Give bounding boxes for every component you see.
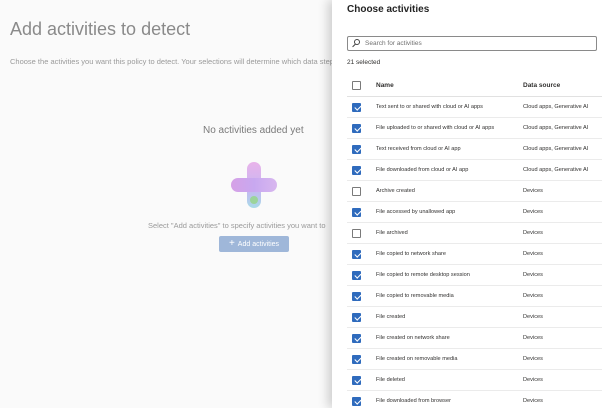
table-row[interactable]: Text received from cloud or AI app Cloud … [347,139,602,160]
activity-name: File copied to removable media [376,293,454,299]
table-row[interactable]: Archive created Devices [347,181,602,202]
activity-name: File downloaded from browser [376,398,451,404]
row-checkbox[interactable] [352,249,361,259]
activity-name: Text received from cloud or AI app [376,146,461,152]
column-header-data-source[interactable]: Data source [523,82,602,89]
table-row[interactable]: File copied to remote desktop session Dev… [347,265,602,286]
activity-data-source: Devices [523,293,543,299]
table-body: Text sent to or shared with cloud or AI … [347,97,602,408]
row-checkbox[interactable] [352,354,361,364]
activities-table: Name Data source Text sent to or shared … [347,75,602,408]
activity-data-source: Cloud apps, Generative AI [523,146,589,152]
activity-data-source: Devices [523,272,543,278]
table-row[interactable]: File archived Devices [347,223,602,244]
row-checkbox[interactable] [352,270,361,280]
row-checkbox[interactable] [352,207,361,217]
table-row[interactable]: File downloaded from cloud or AI app Clou… [347,160,602,181]
row-checkbox[interactable] [352,144,361,154]
table-row[interactable]: File copied to removable media Devices [347,286,602,307]
activity-name: File copied to remote desktop session [376,272,470,278]
activity-data-source: Devices [523,209,543,215]
add-activities-button[interactable]: + Add activities [219,236,289,252]
activity-data-source: Cloud apps, Generative AI [523,167,589,173]
page-description: Choose the activities you want this poli… [10,57,337,66]
activity-name: File created [376,314,406,320]
activity-data-source: Devices [523,356,543,362]
table-row[interactable]: File copied to network share Devices [347,244,602,265]
table-row[interactable]: File created on network share Devices [347,328,602,349]
search-box[interactable] [347,36,597,51]
search-icon [352,39,361,48]
row-checkbox[interactable] [352,186,361,196]
add-activities-label: Add activities [237,240,280,248]
activity-data-source: Devices [523,188,543,194]
row-checkbox[interactable] [352,165,361,175]
activity-data-source: Devices [523,335,543,341]
activity-name: File archived [376,230,408,236]
activity-data-source: Cloud apps, Generative AI [523,125,589,131]
activity-name: File uploaded to or shared with cloud or… [376,125,495,131]
activity-name: File downloaded from cloud or AI app [376,167,469,173]
activity-name: Archive created [376,188,415,194]
page-title: Add activities to detect [10,19,191,39]
plus-icon: + [228,238,235,249]
activity-data-source: Devices [523,377,543,383]
empty-state-plus-illustration [231,162,277,208]
choose-activities-panel: Choose activities 21 selected Name Data … [332,0,602,408]
row-checkbox[interactable] [352,375,361,385]
search-input[interactable] [365,40,585,47]
row-checkbox[interactable] [352,291,361,301]
selected-count: 21 selected [347,59,381,66]
table-row[interactable]: File uploaded to or shared with cloud or… [347,118,602,139]
row-checkbox[interactable] [352,228,361,238]
activity-data-source: Devices [523,314,543,320]
activity-name: File created on removable media [376,356,458,362]
table-header: Name Data source [347,75,602,97]
activity-name: File deleted [376,377,405,383]
table-row[interactable]: File created Devices [347,307,602,328]
row-checkbox[interactable] [352,396,361,406]
row-checkbox[interactable] [352,102,361,112]
table-row[interactable]: File created on removable media Devices [347,349,602,370]
row-checkbox[interactable] [352,333,361,343]
table-row[interactable]: File downloaded from browser Devices [347,391,602,408]
activity-data-source: Devices [523,398,543,404]
activity-name: File accessed by unallowed app [376,209,456,215]
activity-data-source: Devices [523,251,543,257]
table-row[interactable]: Text sent to or shared with cloud or AI … [347,97,602,118]
empty-state-hint: Select "Add activities" to specify activ… [148,221,326,230]
activity-name: Text sent to or shared with cloud or AI … [376,104,483,110]
activity-data-source: Devices [523,230,543,236]
select-all-checkbox[interactable] [352,81,361,90]
row-checkbox[interactable] [352,312,361,322]
activity-name: File copied to network share [376,251,446,257]
activity-data-source: Cloud apps, Generative AI [523,104,589,110]
empty-state-title: No activities added yet [203,125,304,136]
column-header-name[interactable]: Name [376,82,523,89]
row-checkbox[interactable] [352,123,361,133]
table-row[interactable]: File accessed by unallowed app Devices [347,202,602,223]
activity-name: File created on network share [376,335,450,341]
table-row[interactable]: File deleted Devices [347,370,602,391]
panel-title: Choose activities [347,4,430,15]
